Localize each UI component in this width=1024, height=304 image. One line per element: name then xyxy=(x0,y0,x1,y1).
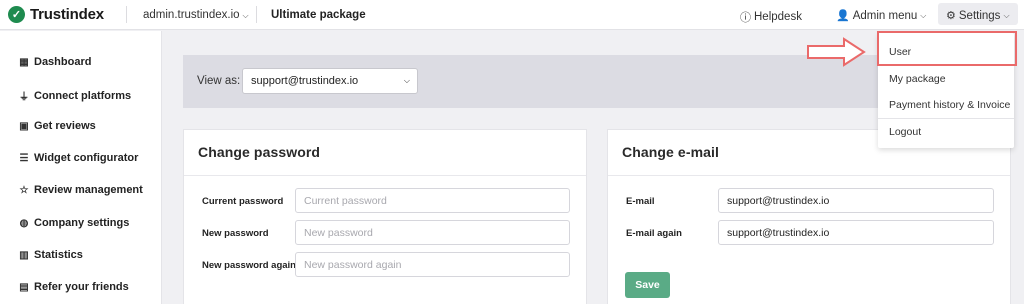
domain-label: admin.trustindex.io xyxy=(143,9,240,21)
sidebar-item-connect-platforms[interactable]: ⏚ Connect platforms xyxy=(18,88,132,104)
new-password-again-input[interactable]: New password again xyxy=(295,252,570,277)
sidebar-item-statistics[interactable]: ▥ Statistics xyxy=(18,249,83,261)
sidebar-item-review-management[interactable]: ☆ Review management xyxy=(18,184,143,196)
chevron-down-icon: ⌵ xyxy=(242,11,249,20)
change-email-card: Change e-mail E-mail support@trustindex.… xyxy=(607,129,1011,304)
plug-icon: ⏚ xyxy=(19,92,29,103)
sidebar-item-get-reviews[interactable]: ▣ Get reviews xyxy=(18,120,96,132)
chevron-down-icon: ⌵ xyxy=(1003,10,1010,20)
divider xyxy=(184,175,586,176)
arrow-right-icon xyxy=(807,37,866,67)
current-password-input[interactable]: Current password xyxy=(295,188,570,213)
change-password-title: Change password xyxy=(198,144,321,160)
chevron-down-icon: ⌵ xyxy=(920,10,927,20)
gear-icon: ⚙ xyxy=(946,10,956,22)
sidebar-item-label: Statistics xyxy=(34,249,83,261)
highlight-box xyxy=(877,31,1017,66)
change-password-card: Change password Current password Current… xyxy=(183,129,587,304)
view-as-selected: support@trustindex.io xyxy=(251,75,359,87)
package-label: Ultimate package xyxy=(271,9,366,21)
sidebar-item-label: Connect platforms xyxy=(34,89,132,102)
email-again-label: E-mail again xyxy=(626,228,682,239)
email-again-value: support@trustindex.io xyxy=(727,227,830,239)
gift-icon: ▤ xyxy=(19,281,29,293)
divider xyxy=(878,118,1014,119)
sidebar-item-company-settings[interactable]: ◍ Company settings xyxy=(18,217,130,229)
save-button[interactable]: Save xyxy=(625,272,670,298)
chevron-down-icon: ⌵ xyxy=(403,76,410,85)
divider xyxy=(126,6,127,23)
admin-menu-label: Admin menu xyxy=(852,9,918,22)
new-password-placeholder: New password xyxy=(304,227,373,239)
sidebar-item-label: Dashboard xyxy=(34,56,92,68)
bar-chart-icon: ▥ xyxy=(19,249,29,261)
domain-selector[interactable]: admin.trustindex.io ⌵ xyxy=(143,9,249,21)
current-password-label: Current password xyxy=(202,196,284,207)
email-again-input[interactable]: support@trustindex.io xyxy=(718,220,994,245)
sidebar-item-label: Refer your friends xyxy=(34,281,129,293)
email-label: E-mail xyxy=(626,196,655,207)
email-input[interactable]: support@trustindex.io xyxy=(718,188,994,213)
sliders-icon: ☰ xyxy=(19,152,29,164)
divider xyxy=(256,6,257,23)
helpdesk-label: Helpdesk xyxy=(754,11,802,23)
admin-menu-button[interactable]: 👤 Admin menu ⌵ xyxy=(836,9,927,23)
settings-label: Settings xyxy=(958,9,1001,22)
helpdesk-link[interactable]: ⓘ Helpdesk xyxy=(740,9,802,25)
star-icon: ☆ xyxy=(19,184,29,196)
current-password-placeholder: Current password xyxy=(304,195,387,207)
sidebar-item-label: Get reviews xyxy=(34,120,96,132)
menu-item-my-package[interactable]: My package xyxy=(889,73,946,85)
menu-item-payment-history[interactable]: Payment history & Invoice xyxy=(889,99,1010,111)
new-password-again-placeholder: New password again xyxy=(304,259,402,271)
sidebar-item-widget-configurator[interactable]: ☰ Widget configurator xyxy=(18,152,139,164)
view-as-label: View as: xyxy=(197,75,241,87)
globe-icon: ◍ xyxy=(19,217,29,229)
new-password-label: New password xyxy=(202,228,269,239)
logo[interactable]: ✓ Trustindex xyxy=(8,6,104,23)
sidebar-item-refer-friends[interactable]: ▤ Refer your friends xyxy=(18,281,129,293)
settings-button-content[interactable]: ⚙ Settings ⌵ xyxy=(946,9,1010,23)
grid-icon: ▦ xyxy=(19,56,29,68)
new-password-input[interactable]: New password xyxy=(295,220,570,245)
email-value: support@trustindex.io xyxy=(727,195,830,207)
sidebar: ▦ Dashboard ⏚ Connect platforms ▣ Get revie… xyxy=(0,31,162,304)
divider xyxy=(608,175,1010,176)
sidebar-item-label: Company settings xyxy=(34,217,130,229)
menu-item-logout[interactable]: Logout xyxy=(889,126,921,138)
view-as-select[interactable]: support@trustindex.io ⌵ xyxy=(242,68,418,94)
sidebar-item-label: Widget configurator xyxy=(34,152,139,164)
view-as-panel: View as: support@trustindex.io ⌵ xyxy=(183,55,903,108)
sidebar-item-dashboard[interactable]: ▦ Dashboard xyxy=(18,56,91,68)
sidebar-item-label: Review management xyxy=(34,184,143,196)
new-password-again-label: New password again xyxy=(202,260,296,271)
logo-text: Trustindex xyxy=(30,6,104,23)
user-lock-icon: 👤 xyxy=(836,10,850,22)
check-icon: ✓ xyxy=(8,6,25,23)
question-circle-icon: ⓘ xyxy=(740,12,751,24)
change-email-title: Change e-mail xyxy=(622,144,719,160)
chat-icon: ▣ xyxy=(19,120,29,132)
top-bar: ✓ Trustindex admin.trustindex.io ⌵ Ultima… xyxy=(0,0,1024,30)
